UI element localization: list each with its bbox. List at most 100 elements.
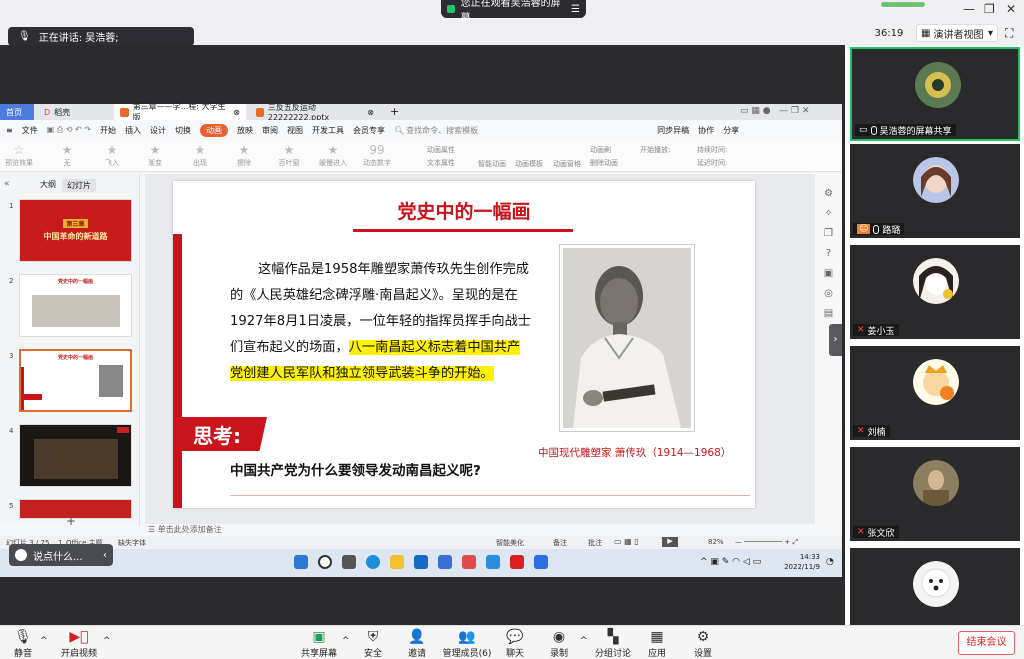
chevron-up-icon[interactable]: ^ xyxy=(580,636,588,646)
animation-brush[interactable]: 动画刷 xyxy=(590,145,611,155)
anim-appear[interactable]: ★ 出现 xyxy=(183,142,217,168)
close-icon[interactable]: ✕ xyxy=(1006,2,1016,16)
menu-design[interactable]: 设计 xyxy=(150,125,166,136)
file-explorer-icon[interactable] xyxy=(390,555,404,569)
security-button[interactable]: ⛨ 安全 xyxy=(350,628,396,659)
tab-docer[interactable]: D 稻壳 xyxy=(38,104,110,120)
anim-blinds[interactable]: ★ 百叶窗 xyxy=(272,142,306,168)
slide-thumb-2[interactable]: 党史中的一幅画 xyxy=(19,274,132,337)
notes-button[interactable]: 备注 xyxy=(553,538,567,548)
anim-fade[interactable]: ★ 渐变 xyxy=(138,142,172,168)
menu-transition[interactable]: 切换 xyxy=(175,125,191,136)
restore-icon[interactable]: ❐ xyxy=(984,2,995,16)
fullscreen-icon[interactable]: ⛶ xyxy=(1005,26,1013,41)
menu-slideshow[interactable]: 放映 xyxy=(237,125,253,136)
slide-thumb-3[interactable]: 党史中的一幅画 xyxy=(19,349,132,412)
chat-button[interactable]: 💬 聊天 xyxy=(492,628,538,659)
missing-font[interactable]: 缺失字体 xyxy=(118,538,146,548)
settings-button[interactable]: ⚙ 设置 xyxy=(680,628,726,659)
settings-icon[interactable]: ⚙ xyxy=(815,188,842,208)
breakout-button[interactable]: ▚ 分组讨论 xyxy=(590,628,636,659)
view-switch-icons[interactable]: ▭ ▦ ▯ xyxy=(614,537,639,546)
end-meeting-button[interactable]: 结束会议 xyxy=(958,631,1015,655)
location-icon[interactable]: ◎ xyxy=(815,288,842,308)
sync-button[interactable]: 同步异稿 xyxy=(657,125,689,136)
comments-button[interactable]: 批注 xyxy=(588,538,602,548)
chat-input-bubble[interactable]: 说点什么... ‹ xyxy=(9,544,113,566)
menu-file[interactable]: 文件 xyxy=(22,125,38,136)
tab-outline[interactable]: 大纲 xyxy=(40,179,56,192)
menu-member[interactable]: 会员专享 xyxy=(353,125,385,136)
expand-panel-button[interactable]: › xyxy=(829,324,842,356)
wps-icon[interactable] xyxy=(510,555,524,569)
anim-none[interactable]: ★ 无 xyxy=(50,142,84,168)
zoom-slider[interactable]: — ───────── + ⤢ xyxy=(735,538,798,547)
participant-tile[interactable]: ☺ 路璐 xyxy=(850,144,1020,238)
menu-animation[interactable]: 动画 xyxy=(199,123,228,137)
store-icon[interactable] xyxy=(414,555,428,569)
cloud-icon[interactable] xyxy=(486,555,500,569)
participant-tile[interactable] xyxy=(850,548,1020,625)
share-button[interactable]: 分享 xyxy=(723,125,739,136)
invite-button[interactable]: 👤 邀请 xyxy=(394,628,440,659)
close-icon[interactable]: ⊗ xyxy=(367,108,374,117)
help-icon[interactable]: ? xyxy=(815,248,842,268)
search-icon[interactable] xyxy=(318,555,332,569)
pointer-icon[interactable]: ✧ xyxy=(815,208,842,228)
record-button[interactable]: ◉ 录制 xyxy=(536,628,582,659)
collab-button[interactable]: 协作 xyxy=(698,125,714,136)
meeting-app-icon[interactable] xyxy=(534,555,548,569)
manage-members-button[interactable]: 👥 管理成员(6) xyxy=(440,628,494,659)
participant-tile[interactable]: ✕ 姜小玉 xyxy=(850,245,1020,339)
tab-document[interactable]: 三反五反运动22222222.pptx ⊗ xyxy=(250,103,380,122)
share-screen-button[interactable]: ▣ 共享屏幕 xyxy=(296,628,342,659)
participant-tile[interactable]: ✕ 张文欣 xyxy=(850,447,1020,541)
close-icon[interactable]: ⊗ xyxy=(233,108,240,117)
window-controls[interactable]: ▭ ▦ ● — ❐ ✕ xyxy=(740,106,810,116)
tab-document-active[interactable]: 第三章——学...程: 大学生版 ⊗ xyxy=(114,102,246,122)
menu-insert[interactable]: 插入 xyxy=(125,125,141,136)
apps-button[interactable]: ▦ 应用 xyxy=(634,628,680,659)
anim-fly-in[interactable]: ★ 飞入 xyxy=(95,142,129,168)
add-slide-icon[interactable]: + xyxy=(66,514,76,528)
participant-tile[interactable]: ✕ 刘楠 xyxy=(850,346,1020,440)
quick-access-icons[interactable]: ▣ ⎙ ⟲ ↶ ↷ xyxy=(47,125,91,135)
play-slideshow-icon[interactable]: ▶ xyxy=(662,537,678,547)
participant-tile[interactable]: ▭ 吴浩蓉的屏幕共享 xyxy=(850,47,1020,141)
hamburger-icon[interactable]: ≡ xyxy=(6,126,13,135)
text-property[interactable]: 文本属性 xyxy=(427,158,455,168)
chevron-up-icon[interactable]: ^ xyxy=(342,636,350,646)
mail-icon[interactable] xyxy=(438,555,452,569)
slide-thumb-4[interactable] xyxy=(19,424,132,487)
current-slide[interactable]: 党史中的一幅画 这幅作品是1958年雕塑家萧传玖先生创作完成的《人民英雄纪念碑浮… xyxy=(173,181,755,508)
video-button[interactable]: ▶⃠ 开启视频 xyxy=(56,628,102,659)
anim-dynamic-number[interactable]: 99 动态数字 xyxy=(360,142,394,168)
new-tab-icon[interactable]: + xyxy=(390,105,399,118)
anim-property[interactable]: 动画属性 xyxy=(427,145,455,155)
anim-slow-in[interactable]: ★ 缓慢进入 xyxy=(316,142,350,168)
chevron-left-icon[interactable]: ‹ xyxy=(103,550,107,561)
task-view-icon[interactable] xyxy=(342,555,356,569)
delete-animation[interactable]: 删除动画 xyxy=(590,158,618,168)
collapse-panel-icon[interactable]: « xyxy=(4,179,10,189)
menu-start[interactable]: 开始 xyxy=(100,125,116,136)
app-icon[interactable] xyxy=(462,555,476,569)
copy-icon[interactable]: ❐ xyxy=(815,228,842,248)
tab-slides[interactable]: 幻灯片 xyxy=(62,179,96,192)
notification-icon[interactable]: ◔ xyxy=(826,557,834,567)
windows-start-icon[interactable] xyxy=(294,555,308,569)
smart-animation[interactable]: 智能动画 xyxy=(478,159,506,169)
beautify-button[interactable]: 智能美化 xyxy=(496,538,524,548)
slide-thumb-1[interactable]: 第三章 中国革命的新道路 xyxy=(19,199,132,262)
chevron-up-icon[interactable]: ^ xyxy=(103,636,111,646)
notes-bar[interactable]: ☰ 单击此处添加备注 xyxy=(145,524,815,536)
zoom-level[interactable]: 82% xyxy=(708,538,724,546)
command-search[interactable]: 查找命令、搜索模板 xyxy=(406,125,478,136)
animation-pane[interactable]: 动画窗格 xyxy=(553,159,581,169)
tab-home[interactable]: 首页 xyxy=(0,104,34,120)
menu-view[interactable]: 视图 xyxy=(287,125,303,136)
chevron-up-icon[interactable]: ^ xyxy=(40,636,48,646)
viewing-banner[interactable]: 您正在观看吴浩蓉的屏幕 ☰ xyxy=(441,0,586,24)
animation-template[interactable]: 动画模板 xyxy=(515,159,543,169)
menu-developer[interactable]: 开发工具 xyxy=(312,125,344,136)
